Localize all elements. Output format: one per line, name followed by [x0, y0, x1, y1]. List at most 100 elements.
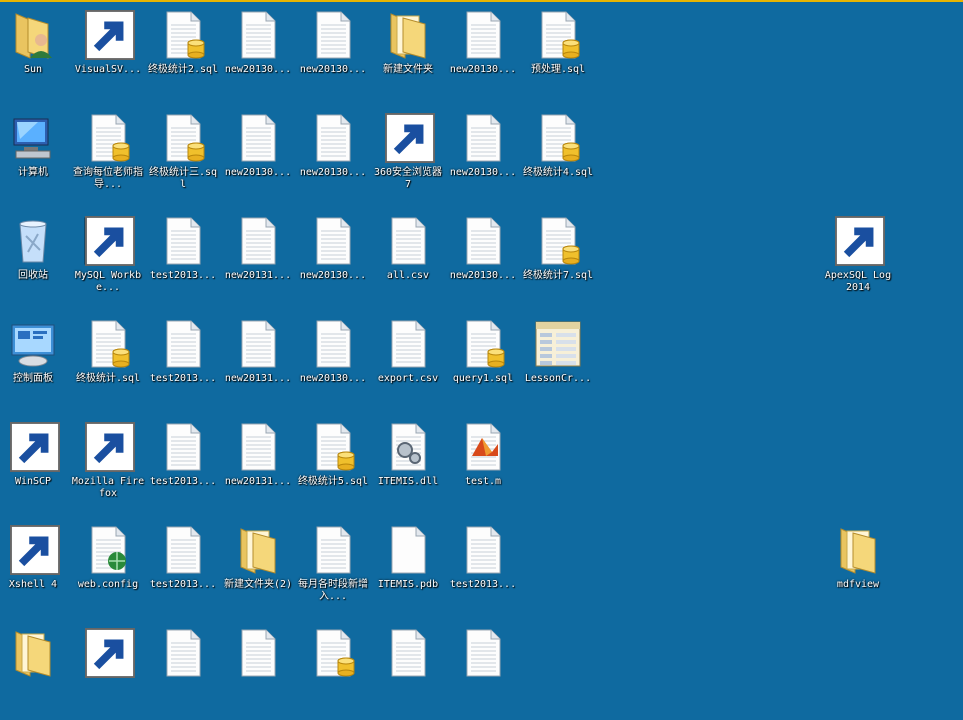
desktop-icon-label: export.csv [377, 373, 439, 384]
desktop-icon-f34[interactable]: 每月各时段新增入... [296, 517, 370, 617]
desktop-icon-p1[interactable] [0, 620, 70, 720]
desktop-icon-f17[interactable]: new20130... [446, 208, 520, 308]
desktop-icon-f12[interactable]: 终极统计4.sql [521, 105, 595, 205]
desktop-icon-f8[interactable]: 终极统计三.sql [146, 105, 220, 205]
desktop-icon-p7[interactable] [446, 620, 520, 720]
desktop-icon-p3[interactable] [146, 620, 220, 720]
desktop-icon-f29[interactable]: ITEMIS.dll [371, 414, 445, 514]
desktop-icon-f22[interactable]: new20130... [296, 311, 370, 411]
desktop-icon-sun[interactable]: Sun [0, 2, 70, 102]
xshell-icon [8, 525, 60, 575]
desktop-icon-f32[interactable]: test2013... [146, 517, 220, 617]
sql-icon [308, 628, 358, 678]
desktop-icon-f27[interactable]: new20131... [221, 414, 295, 514]
desktop-icon-f10[interactable]: new20130... [296, 105, 370, 205]
desktop-icon-label: 新建文件夹 [383, 64, 433, 75]
desktop-icon-label: Mozilla Firefox [71, 476, 145, 499]
desktop-icon-label: new20130... [224, 64, 292, 75]
desktop-icon-label: ApexSQL Log 2014 [824, 270, 892, 293]
desktop-icon-control[interactable]: 控制面板 [0, 311, 70, 411]
desktop-icon-label: Xshell 4 [8, 579, 58, 590]
desktop-icon-label: new20130... [449, 64, 517, 75]
desktop-icon-f36[interactable]: test2013... [446, 517, 520, 617]
text-icon [233, 319, 283, 369]
desktop-icon-f26[interactable]: test2013... [146, 414, 220, 514]
sql-icon [158, 113, 208, 163]
text-icon [233, 216, 283, 266]
desktop-icon-mysql[interactable]: MySQL Workbe... [71, 208, 145, 308]
desktop-icon-apexsql[interactable]: ApexSQL Log 2014 [821, 208, 895, 308]
desktop-icon-browser360[interactable]: e 360安全浏览器7 [371, 105, 445, 205]
desktop-icon-label: new20131... [224, 373, 292, 384]
text-icon [308, 525, 358, 575]
desktop-icon-label: query1.sql [452, 373, 514, 384]
desktop-icon-label: test2013... [449, 579, 517, 590]
desktop-icon-f3[interactable]: new20130... [296, 2, 370, 102]
control-icon [8, 319, 58, 369]
apexsql-icon [833, 216, 885, 266]
desktop-icon-winscp[interactable]: WinSCP [0, 414, 70, 514]
desktop-icon-f1[interactable]: 终极统计2.sql [146, 2, 220, 102]
text-icon [158, 525, 208, 575]
desktop-icon-f30[interactable]: test.m [446, 414, 520, 514]
desktop-icon-f23[interactable]: export.csv [371, 311, 445, 411]
desktop-icon-f16[interactable]: all.csv [371, 208, 445, 308]
desktop-icon-firefox[interactable]: Mozilla Firefox [71, 414, 145, 514]
desktop-icon-f7[interactable]: 查询每位老师指导... [71, 105, 145, 205]
desktop-icon-f18[interactable]: 终极统计7.sql [521, 208, 595, 308]
desktop-icon-label: 终极统计2.sql [147, 64, 219, 75]
desktop-icon-label: 终极统计.sql [75, 373, 141, 384]
desktop-icon-visualsvn[interactable]: VisualSV... [71, 2, 145, 102]
text-icon [233, 628, 283, 678]
desktop-icon-label: MySQL Workbe... [74, 270, 142, 293]
desktop-icon-label: new20130... [224, 167, 292, 178]
desktop-icon-p2[interactable] [71, 620, 145, 720]
desktop-icon-f5[interactable]: new20130... [446, 2, 520, 102]
desktop-icon-f33[interactable]: 新建文件夹(2) [221, 517, 295, 617]
desktop-icon-f19[interactable]: 终极统计.sql [71, 311, 145, 411]
sql-icon [533, 10, 583, 60]
desktop-icon-p4[interactable] [221, 620, 295, 720]
dll-icon [383, 422, 433, 472]
matlab-icon [458, 422, 508, 472]
desktop-icon-f31[interactable]: web.config [71, 517, 145, 617]
desktop-icon-f35[interactable]: ITEMIS.pdb [371, 517, 445, 617]
desktop-icon-label: all.csv [386, 270, 430, 281]
desktop-icon-label: test2013... [149, 476, 217, 487]
desktop-icon-label: 预处理.sql [530, 64, 586, 75]
desktop-icon-f4[interactable]: 新建文件夹 [371, 2, 445, 102]
desktop-icon-label: new20130... [299, 270, 367, 281]
text-icon [308, 10, 358, 60]
desktop-icon-label: VisualSV... [74, 64, 142, 75]
desktop-icon-f24[interactable]: query1.sql [446, 311, 520, 411]
desktop-icon-label: 终极统计7.sql [522, 270, 594, 281]
desktop-icon-xshell[interactable]: Xshell 4 [0, 517, 70, 617]
desktop-icon-f9[interactable]: new20130... [221, 105, 295, 205]
sql-icon [533, 113, 583, 163]
text-icon [458, 216, 508, 266]
desktop-icon-computer[interactable]: 计算机 [0, 105, 70, 205]
mysql-icon [83, 216, 135, 266]
desktop-icon-p5[interactable] [296, 620, 370, 720]
desktop-icon-f2[interactable]: new20130... [221, 2, 295, 102]
text-icon [158, 319, 208, 369]
text-icon [158, 216, 208, 266]
text-icon [383, 216, 433, 266]
desktop-icon-f14[interactable]: new20131... [221, 208, 295, 308]
desktop-icon-f28[interactable]: 终极统计5.sql [296, 414, 370, 514]
text-icon [458, 628, 508, 678]
desktop-icon-f13[interactable]: test2013... [146, 208, 220, 308]
desktop-icon-f6[interactable]: 预处理.sql [521, 2, 595, 102]
desktop-icon-f15[interactable]: new20130... [296, 208, 370, 308]
desktop-icon-f20[interactable]: test2013... [146, 311, 220, 411]
desktop-icon-label: 360安全浏览器7 [373, 167, 443, 190]
desktop-icon-f25[interactable]: LessonCr... [521, 311, 595, 411]
text-icon [158, 422, 208, 472]
desktop-icon-p6[interactable] [371, 620, 445, 720]
desktop-icon-f11[interactable]: new20130... [446, 105, 520, 205]
desktop-icon-f21[interactable]: new20131... [221, 311, 295, 411]
desktop-icon-label: new20131... [224, 476, 292, 487]
desktop-icon-label: new20130... [299, 373, 367, 384]
desktop-icon-mdfview[interactable]: mdfview [821, 517, 895, 617]
desktop-icon-recycle[interactable]: 回收站 [0, 208, 70, 308]
